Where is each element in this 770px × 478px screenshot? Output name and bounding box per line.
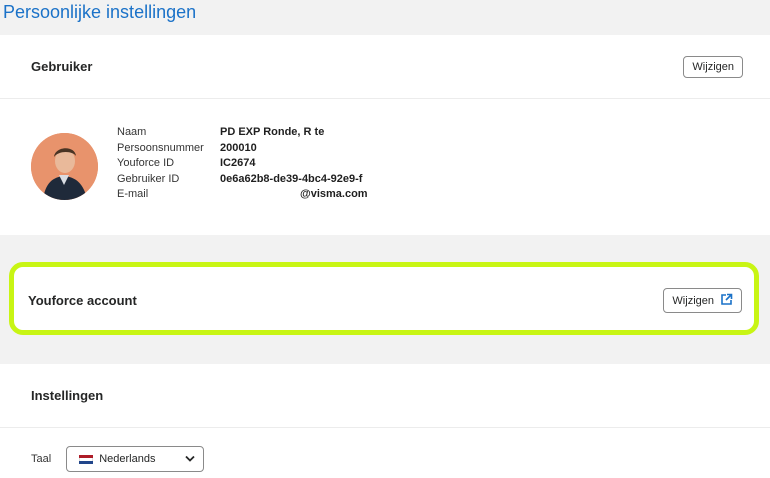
page-title: Persoonlijke instellingen <box>3 2 197 22</box>
youforce-id-value: IC2674 <box>220 157 256 169</box>
user-card-header: Gebruiker Wijzigen <box>0 35 770 99</box>
email-value: @visma.com <box>300 188 368 200</box>
user-card: Gebruiker Wijzigen Naam PD EXP Ronde, R … <box>0 35 770 235</box>
settings-card-title: Instellingen <box>31 388 104 403</box>
user-edit-button[interactable]: Wijzigen <box>683 55 743 78</box>
youforce-account-card: Youforce account Wijzigen <box>9 262 759 335</box>
user-info: Naam PD EXP Ronde, R te Persoonsnummer 2… <box>117 125 368 202</box>
external-link-icon <box>720 293 733 309</box>
user-details: Naam PD EXP Ronde, R te Persoonsnummer 2… <box>0 99 770 234</box>
email-label: E-mail <box>117 188 149 200</box>
name-label: Naam <box>117 126 147 138</box>
person-number-label: Persoonsnummer <box>117 141 204 154</box>
person-number-value: 200010 <box>220 141 257 154</box>
user-id-label: Gebruiker ID <box>117 172 180 185</box>
user-card-title: Gebruiker <box>31 59 93 74</box>
language-select[interactable]: Nederlands <box>66 446 205 472</box>
language-label: Taal <box>31 453 52 465</box>
user-id-value: 0e6a62b8-de39-4bc4-92e9-f <box>220 172 363 185</box>
settings-card-header: Instellingen <box>0 364 770 428</box>
youforce-edit-label: Wijzigen <box>672 294 714 307</box>
name-value: PD EXP Ronde, R te <box>220 126 325 138</box>
chevron-down-icon <box>185 453 195 465</box>
youforce-id-label: Youforce ID <box>117 157 175 169</box>
language-value: Nederlands <box>99 453 156 465</box>
netherlands-flag-icon <box>79 454 94 464</box>
avatar <box>31 133 98 200</box>
youforce-account-title: Youforce account <box>28 293 137 308</box>
settings-card: Instellingen Taal Nederlands <box>0 364 770 478</box>
youforce-edit-button[interactable]: Wijzigen <box>663 288 742 313</box>
language-row: Taal Nederlands <box>31 446 205 472</box>
